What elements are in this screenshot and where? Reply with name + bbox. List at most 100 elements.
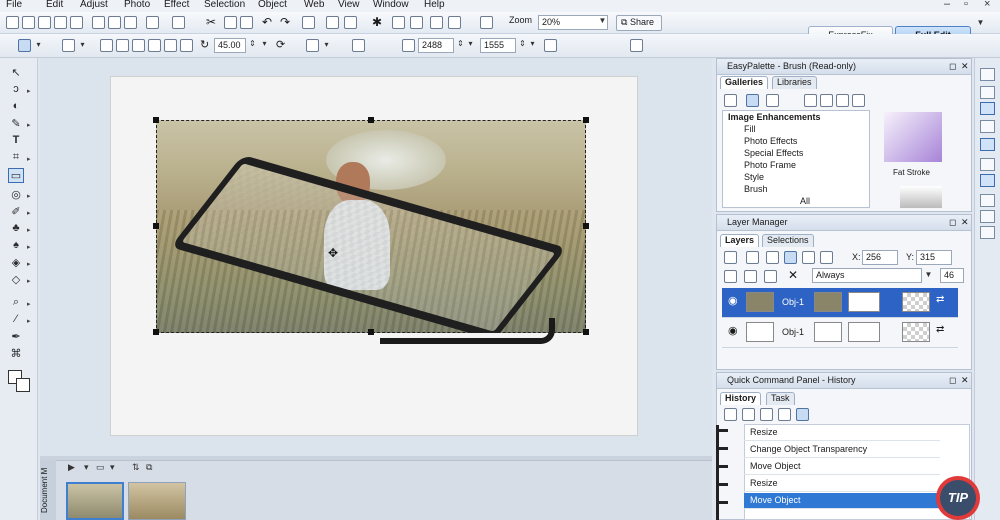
dock-style-icon[interactable]: [980, 210, 995, 223]
layer-tool-icon[interactable]: [724, 251, 737, 264]
dock-tools-icon[interactable]: [980, 194, 995, 207]
magic-wand-icon[interactable]: ◐: [8, 100, 24, 115]
tree-special-effects[interactable]: Special Effects: [744, 148, 803, 158]
layer-view-icon[interactable]: [784, 251, 797, 264]
add-icon[interactable]: [804, 94, 817, 107]
chevron-down-icon[interactable]: ▼: [598, 16, 607, 29]
y-input[interactable]: 315: [916, 250, 952, 265]
camera-icon[interactable]: [146, 16, 159, 29]
stamp-icon[interactable]: ♠: [8, 239, 24, 254]
view-icon[interactable]: ▭: [96, 462, 105, 473]
pin-icon[interactable]: ◻: [949, 61, 956, 72]
width-drop-icon[interactable]: ▾: [466, 39, 475, 52]
insert-icon[interactable]: [172, 16, 185, 29]
close-icon[interactable]: ✕: [961, 375, 969, 386]
flip-h-icon[interactable]: [100, 39, 113, 52]
dock-palette-icon[interactable]: [980, 68, 995, 81]
menu-view[interactable]: View: [338, 0, 360, 10]
dock-layers-icon[interactable]: [980, 86, 995, 99]
delete-icon[interactable]: ✕: [788, 268, 798, 282]
tab-history[interactable]: History: [720, 392, 762, 405]
pen-icon[interactable]: ✒: [8, 330, 24, 345]
rotate-apply-icon[interactable]: ⟳: [276, 38, 285, 51]
gallery-icon[interactable]: [410, 16, 423, 29]
dock-help-icon[interactable]: [980, 226, 995, 239]
text-tool-icon[interactable]: T: [8, 134, 24, 149]
flip-v-icon[interactable]: [116, 39, 129, 52]
capture-icon[interactable]: [326, 16, 339, 29]
save-icon[interactable]: [38, 16, 51, 29]
chevron-right-icon[interactable]: ▸: [27, 277, 31, 285]
cut-icon[interactable]: ✂: [206, 15, 216, 29]
tree-photo-effects[interactable]: Photo Effects: [744, 136, 797, 146]
tree-brush[interactable]: Brush: [744, 184, 768, 194]
menu-adjust[interactable]: Adjust: [80, 0, 108, 10]
x-input[interactable]: 256: [862, 250, 898, 265]
screen-icon[interactable]: [480, 16, 493, 29]
new-icon[interactable]: [6, 16, 19, 29]
select-mode-icon[interactable]: [18, 39, 31, 52]
print-icon[interactable]: [70, 16, 83, 29]
menu-web[interactable]: Web: [304, 0, 324, 10]
height-drop-icon[interactable]: ▾: [528, 39, 537, 52]
scan-icon[interactable]: [92, 16, 105, 29]
pick-tool-icon[interactable]: ↖: [8, 66, 24, 81]
width-input[interactable]: 2488: [418, 38, 454, 53]
dock-info-icon[interactable]: [980, 158, 995, 171]
angle-input[interactable]: 45.00: [214, 38, 246, 53]
tab-libraries[interactable]: Libraries: [772, 76, 817, 89]
history-item[interactable]: Move Object: [744, 459, 940, 475]
chevron-right-icon[interactable]: ▸: [27, 87, 31, 95]
folder-view-icon[interactable]: [746, 94, 759, 107]
chevron-right-icon[interactable]: ▸: [27, 317, 31, 325]
align-icon[interactable]: [62, 39, 75, 52]
magic-icon[interactable]: ✱: [372, 15, 382, 29]
crop-tool-icon[interactable]: ⌗: [8, 151, 24, 166]
lock-icon[interactable]: ⇄: [936, 294, 944, 305]
refresh-icon[interactable]: [852, 94, 865, 107]
history-undo-icon[interactable]: [724, 408, 737, 421]
play-icon[interactable]: ▶: [68, 462, 75, 473]
rotate-left-icon[interactable]: [132, 39, 145, 52]
angle-drop-icon[interactable]: ▾: [260, 39, 269, 52]
resize-handle[interactable]: [368, 117, 374, 123]
lasso-tool-icon[interactable]: ↄ: [8, 83, 24, 98]
chevron-down-icon[interactable]: ▾: [84, 462, 89, 473]
resize-handle[interactable]: [153, 223, 159, 229]
menu-selection[interactable]: Selection: [204, 0, 245, 10]
sort-icon[interactable]: ⇅: [132, 462, 140, 473]
layer-new-icon[interactable]: [724, 270, 737, 283]
eraser-icon[interactable]: ◇: [8, 273, 24, 288]
tree-all[interactable]: All: [800, 196, 810, 206]
selection-marquee[interactable]: [153, 117, 589, 335]
dock-history-icon[interactable]: [980, 102, 995, 115]
close-icon[interactable]: ✕: [961, 217, 969, 228]
resize-handle[interactable]: [153, 329, 159, 335]
history-item[interactable]: Change Object Transparency: [744, 442, 940, 458]
chevron-right-icon[interactable]: ▸: [27, 209, 31, 217]
brush-preview-2[interactable]: [900, 186, 942, 208]
merge-mode-select[interactable]: Always: [812, 268, 922, 283]
history-item[interactable]: Resize: [744, 425, 940, 441]
chevron-down-icon[interactable]: ▾: [110, 462, 115, 473]
paint-tool-icon[interactable]: ✎: [8, 117, 24, 132]
save-as-icon[interactable]: [54, 16, 67, 29]
home-icon[interactable]: [724, 94, 737, 107]
dock-navigator-icon[interactable]: [980, 174, 995, 187]
chevron-right-icon[interactable]: ▸: [27, 155, 31, 163]
resize-handle[interactable]: [583, 329, 589, 335]
layer-merge-icon[interactable]: [764, 270, 777, 283]
layer-row[interactable]: ◉ Obj-1 ⇄: [722, 288, 958, 318]
chevron-down-icon[interactable]: ▼: [924, 270, 933, 283]
layer-link-icon[interactable]: [766, 251, 779, 264]
history-record-icon[interactable]: [778, 408, 791, 421]
menu-window[interactable]: Window: [373, 0, 409, 10]
lock-icon[interactable]: ⇄: [936, 324, 944, 335]
menu-edit[interactable]: Edit: [46, 0, 63, 10]
angle-spinner-icon[interactable]: ⇕: [248, 39, 257, 52]
menu-effect[interactable]: Effect: [164, 0, 189, 10]
tree-image-enhancements[interactable]: Image Enhancements: [728, 112, 821, 122]
frame-icon[interactable]: [392, 16, 405, 29]
lock-icon[interactable]: [402, 39, 415, 52]
history-copy-icon[interactable]: [742, 408, 755, 421]
